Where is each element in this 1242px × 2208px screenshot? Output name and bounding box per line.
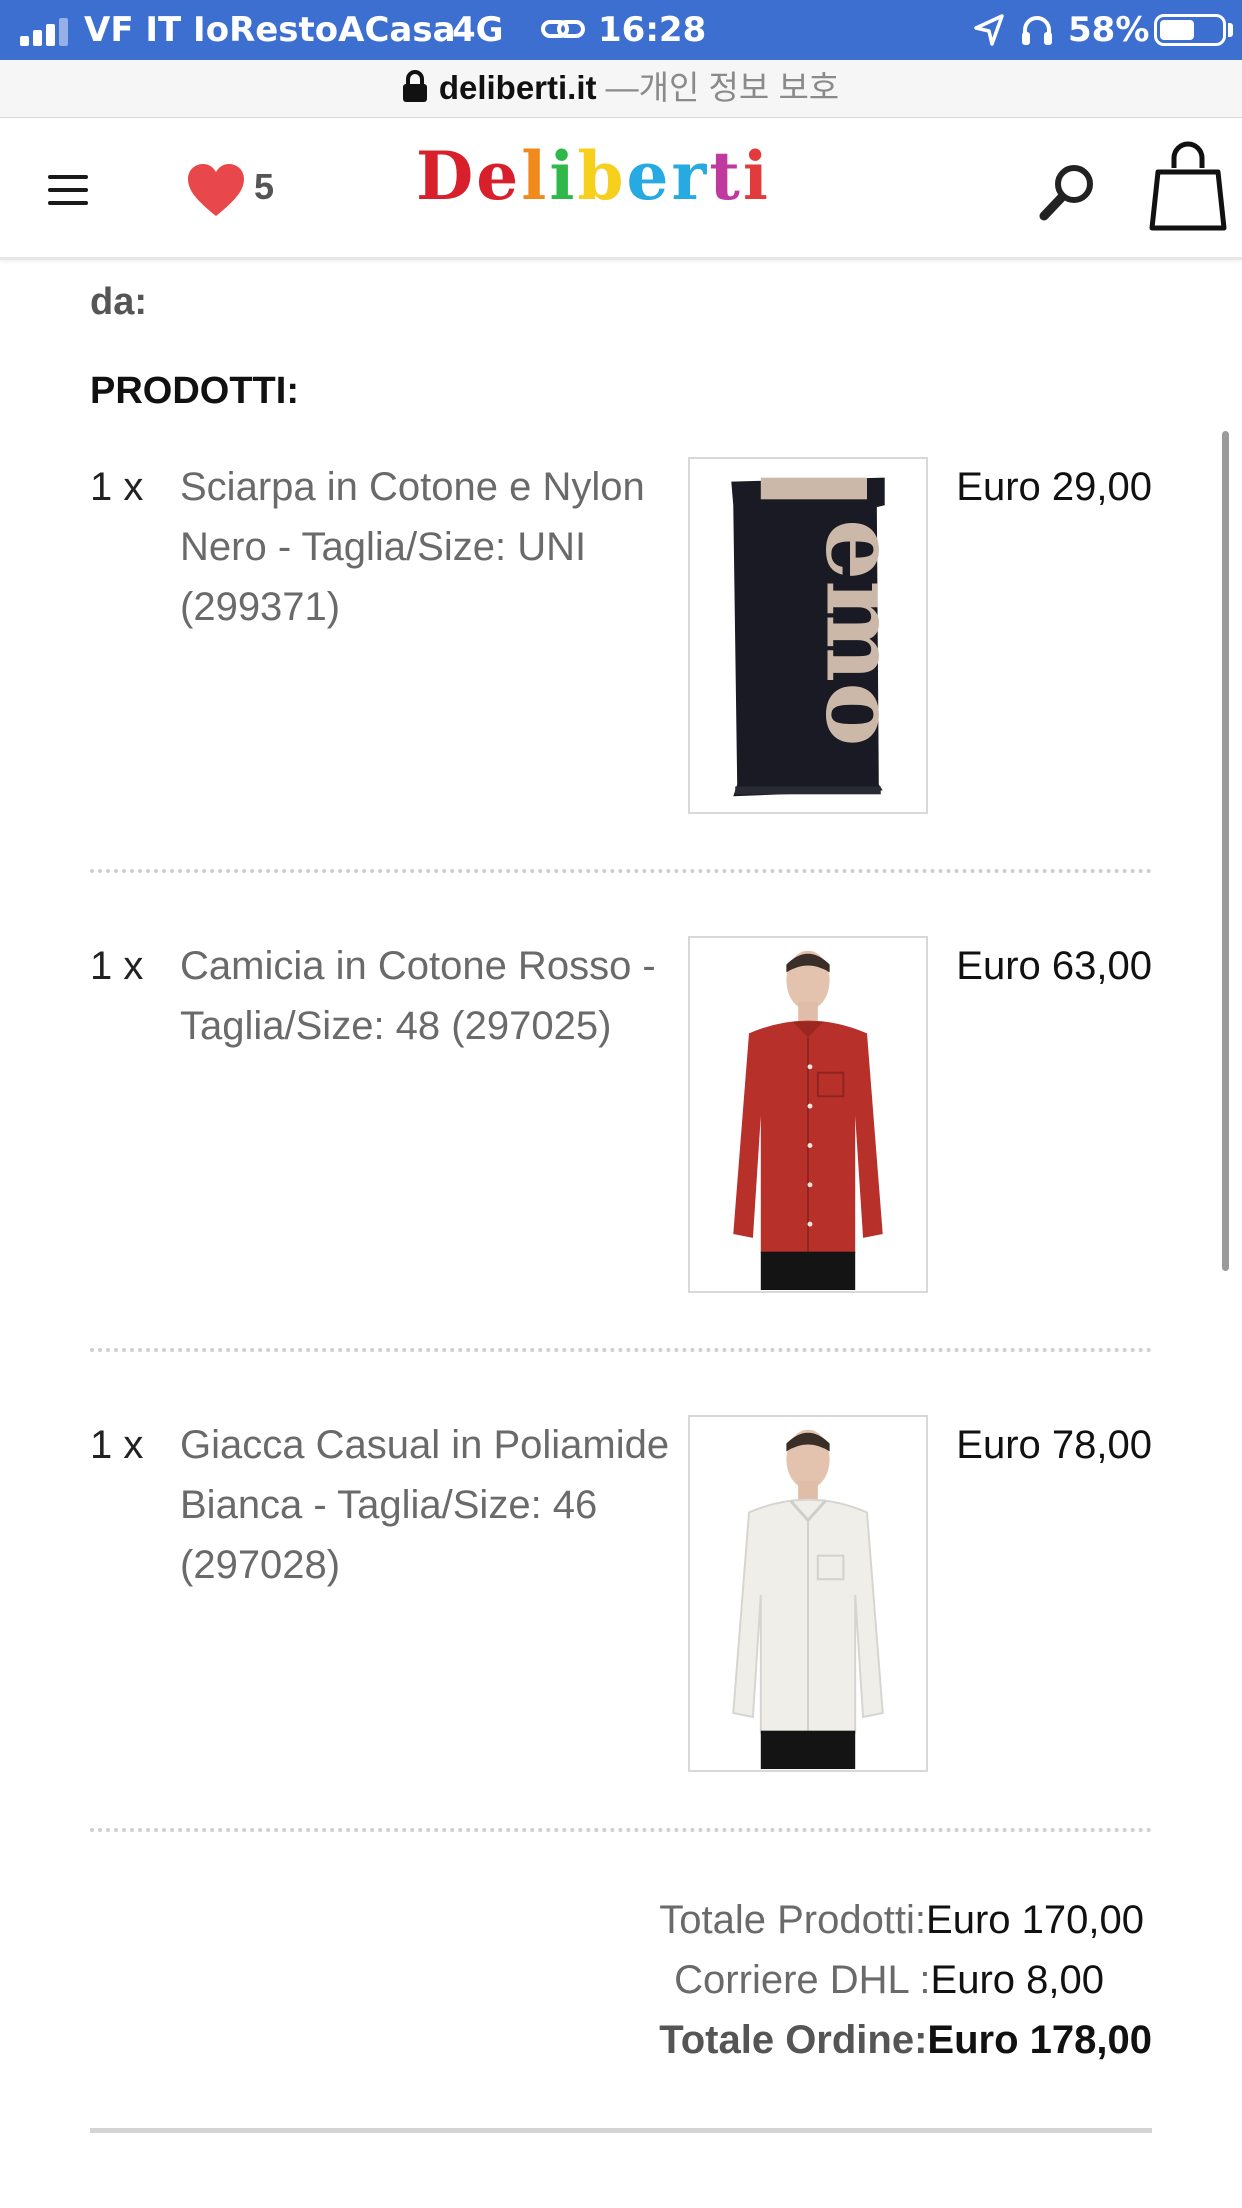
item-description[interactable]: Sciarpa in Cotone e Nylon Nero - Taglia/… bbox=[180, 457, 680, 637]
products-heading: PRODOTTI: bbox=[90, 370, 299, 412]
logo-letter: e bbox=[626, 137, 672, 215]
item-price: Euro 29,00 bbox=[956, 465, 1152, 509]
item-quantity: 1 x bbox=[90, 944, 144, 988]
site-header: 5 Deliberti bbox=[0, 118, 1242, 260]
white-jacket-picture bbox=[690, 1417, 926, 1770]
product-image-white-jacket[interactable] bbox=[688, 1415, 928, 1772]
shipping-label: Corriere DHL : bbox=[674, 1958, 931, 2002]
location-arrow-icon bbox=[974, 14, 1004, 46]
order-totals: Totale Prodotti:Euro 170,00 Corriere DHL… bbox=[90, 1890, 1152, 2080]
clock: 16:28 bbox=[598, 10, 707, 50]
order-item: 1 x Giacca Casual in Poliamide Bianca - … bbox=[90, 1415, 1152, 1895]
products-total-label: Totale Prodotti: bbox=[659, 1898, 927, 1942]
network-type: 4G bbox=[452, 10, 504, 50]
item-divider bbox=[90, 869, 1152, 873]
order-total-label: Totale Ordine: bbox=[659, 2018, 928, 2062]
logo-letter: i bbox=[742, 137, 771, 215]
order-item: 1 x Sciarpa in Cotone e Nylon Nero - Tag… bbox=[90, 457, 1152, 937]
item-quantity: 1 x bbox=[90, 1423, 144, 1467]
search-icon[interactable] bbox=[1036, 156, 1100, 226]
order-summary: da: PRODOTTI: 1 x Sciarpa in Cotone e Ny… bbox=[0, 263, 1242, 2208]
headphones-icon bbox=[1022, 16, 1052, 45]
url-domain: deliberti.it bbox=[438, 69, 597, 106]
item-description[interactable]: Giacca Casual in Poliamide Bianca - Tagl… bbox=[180, 1415, 680, 1595]
shopping-bag-icon[interactable] bbox=[1148, 138, 1228, 234]
item-price: Euro 78,00 bbox=[956, 1423, 1152, 1467]
logo-letter: b bbox=[577, 137, 627, 215]
wishlist-button[interactable]: 5 bbox=[186, 156, 296, 226]
personal-hotspot-icon bbox=[541, 20, 585, 38]
item-divider bbox=[90, 1828, 1152, 1832]
logo-letter: l bbox=[521, 137, 550, 215]
battery-tip bbox=[1228, 23, 1233, 37]
svg-text:emo: emo bbox=[805, 519, 918, 747]
battery-icon bbox=[1154, 14, 1226, 46]
privacy-label: 개인 정보 보호 bbox=[638, 69, 840, 106]
item-quantity: 1 x bbox=[90, 465, 144, 509]
item-description[interactable]: Camicia in Cotone Rosso - Taglia/Size: 4… bbox=[180, 936, 680, 1056]
cellular-signal-icon bbox=[20, 16, 70, 46]
site-logo[interactable]: Deliberti bbox=[416, 136, 828, 216]
order-total-value: Euro 178,00 bbox=[927, 2018, 1152, 2062]
status-bar: VF IT IoRestoACasa 4G 16:28 58% bbox=[0, 0, 1242, 60]
red-shirt-picture bbox=[690, 938, 926, 1291]
order-item: 1 x Camicia in Cotone Rosso - Taglia/Siz… bbox=[90, 936, 1152, 1416]
logo-letter: e bbox=[476, 137, 522, 215]
product-image-scarf[interactable]: emo bbox=[688, 457, 928, 814]
wishlist-count: 5 bbox=[254, 166, 275, 207]
hamburger-menu-icon[interactable] bbox=[48, 175, 88, 205]
logo-letter: D bbox=[416, 137, 477, 215]
battery-percent: 58% bbox=[1068, 10, 1150, 50]
product-image-red-shirt[interactable] bbox=[688, 936, 928, 1293]
products-total-value: Euro 170,00 bbox=[926, 1898, 1144, 1942]
logo-letter: t bbox=[709, 137, 743, 215]
partial-label: da: bbox=[90, 281, 147, 323]
url-separator: — bbox=[605, 69, 639, 106]
order-total-row: Totale Ordine:Euro 178,00 bbox=[659, 2010, 1152, 2070]
lock-icon bbox=[402, 70, 427, 102]
section-divider bbox=[90, 2128, 1152, 2133]
shipping-value: Euro 8,00 bbox=[930, 1958, 1104, 2002]
item-divider bbox=[90, 1348, 1152, 1352]
carrier-name: VF IT IoRestoACasa bbox=[84, 10, 456, 50]
address-bar[interactable]: deliberti.it —개인 정보 보호 bbox=[0, 60, 1242, 118]
shipping-row: Corriere DHL :Euro 8,00 bbox=[674, 1950, 1104, 2010]
products-total-row: Totale Prodotti:Euro 170,00 bbox=[659, 1890, 1144, 1950]
item-price: Euro 63,00 bbox=[956, 944, 1152, 988]
battery-level bbox=[1160, 20, 1195, 40]
scarf-picture: emo bbox=[690, 459, 926, 812]
heart-icon bbox=[188, 164, 244, 216]
logo-letter: r bbox=[671, 137, 710, 215]
logo-letter: i bbox=[549, 137, 578, 215]
scrollbar[interactable] bbox=[1222, 431, 1229, 1271]
